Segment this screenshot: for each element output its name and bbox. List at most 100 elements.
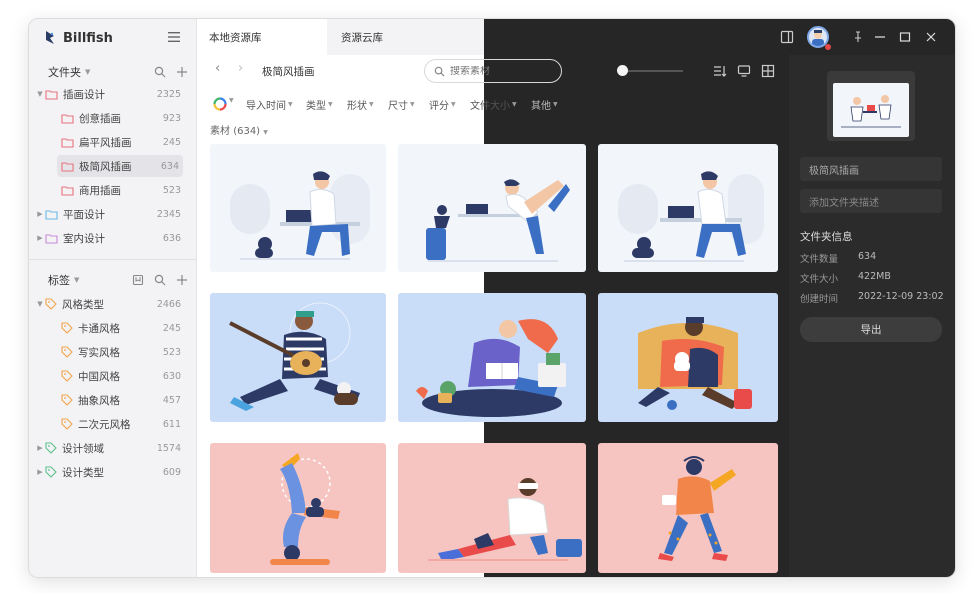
info-row-file-size: 文件大小 422MB xyxy=(800,271,891,285)
tag-item-abstract[interactable]: 抽象风格 457 xyxy=(29,389,197,411)
chevron-down-icon: ▼ xyxy=(451,101,456,108)
tab-local-library[interactable]: 本地资源库 xyxy=(197,19,327,55)
materials-count: 素材 (634) ▼ xyxy=(210,122,268,137)
sort-icon[interactable] xyxy=(713,64,727,78)
folder-item-interior[interactable]: ▶ 室内设计 636 xyxy=(29,227,197,249)
monitor-icon[interactable] xyxy=(737,64,751,78)
tag-label: 写实风格 xyxy=(78,346,120,359)
color-filter-icon[interactable] xyxy=(213,97,227,111)
asset-thumbnail[interactable] xyxy=(398,144,586,272)
filter-size[interactable]: 尺寸 ▼ xyxy=(388,97,415,112)
folder-item-graphic[interactable]: ▶ 平面设计 2345 xyxy=(29,203,197,225)
folder-label: 室内设计 xyxy=(63,232,105,245)
pin-icon[interactable] xyxy=(851,30,865,44)
tag-item-design-type[interactable]: ▶ 设计类型 609 xyxy=(29,461,197,483)
illustration-yoga-image xyxy=(398,144,586,272)
info-key: 文件数量 xyxy=(800,254,839,265)
filter-label: 类型 xyxy=(306,101,326,112)
tag-count: 609 xyxy=(162,466,181,478)
folder-item-creative[interactable]: 创意插画 923 xyxy=(29,107,197,129)
add-icon[interactable] xyxy=(176,66,188,78)
asset-thumbnail[interactable] xyxy=(210,443,386,573)
search-box[interactable] xyxy=(424,59,562,83)
chevron-down-icon: ▼ xyxy=(85,68,91,76)
bookmark-icon[interactable] xyxy=(132,274,144,286)
asset-thumbnail[interactable] xyxy=(598,293,778,422)
folder-item-minimal[interactable]: 极简风插画 634 xyxy=(57,155,183,177)
search-input[interactable] xyxy=(450,65,540,77)
tag-label: 设计类型 xyxy=(62,466,104,479)
tag-item-anime[interactable]: 二次元风格 611 xyxy=(29,413,197,435)
filter-import-time[interactable]: 导入时间 ▼ xyxy=(246,97,293,112)
folder-icon xyxy=(61,185,74,196)
tag-item-design-field[interactable]: ▶ 设计领域 1574 xyxy=(29,437,197,459)
chevron-down-icon[interactable]: ▼ xyxy=(229,97,234,104)
grid-layout-icon[interactable] xyxy=(761,64,775,78)
asset-thumbnail[interactable] xyxy=(598,144,778,272)
folder-preview xyxy=(827,71,915,141)
search-icon[interactable] xyxy=(154,274,166,286)
chevron-down-icon[interactable]: ▼ xyxy=(35,300,45,308)
filter-rating[interactable]: 评分 ▼ xyxy=(429,97,456,112)
maximize-icon[interactable] xyxy=(898,30,912,44)
filter-label: 导入时间 xyxy=(246,101,286,112)
asset-thumbnail[interactable] xyxy=(210,144,386,272)
illustration-guitar-player-image xyxy=(210,293,386,422)
chevron-right-icon[interactable]: ▶ xyxy=(35,444,45,452)
asset-thumbnail[interactable] xyxy=(598,443,778,573)
chevron-right-icon[interactable]: ▶ xyxy=(35,234,45,242)
materials-count-value: (634) xyxy=(233,126,261,137)
minimize-icon[interactable] xyxy=(873,30,887,44)
export-button[interactable]: 导出 xyxy=(800,317,942,342)
forward-arrow-icon[interactable]: › xyxy=(238,61,243,76)
folder-count: 245 xyxy=(162,136,181,148)
hamburger-menu-icon[interactable] xyxy=(167,30,181,44)
chevron-right-icon[interactable]: ▶ xyxy=(35,210,45,218)
folder-label: 创意插画 xyxy=(79,112,121,125)
folder-count: 523 xyxy=(162,184,181,196)
thumbnail-size-slider[interactable] xyxy=(619,70,683,72)
tag-label: 抽象风格 xyxy=(78,394,120,407)
add-icon[interactable] xyxy=(176,274,188,286)
chevron-right-icon[interactable]: ▶ xyxy=(35,468,45,476)
chevron-down-icon[interactable]: ▼ xyxy=(35,90,45,98)
folder-open-icon xyxy=(45,89,58,100)
folder-item-flat[interactable]: 扁平风插画 245 xyxy=(29,131,197,153)
illustration-remote-work-cat-image xyxy=(598,144,778,272)
filter-type[interactable]: 类型 ▼ xyxy=(306,97,333,112)
slider-handle[interactable] xyxy=(617,65,628,76)
folder-item-commercial[interactable]: 商用插画 523 xyxy=(29,179,197,201)
app-name: Billfish xyxy=(63,30,113,46)
folder-count: 923 xyxy=(162,112,181,124)
close-icon[interactable] xyxy=(924,30,938,44)
folders-section-header[interactable]: 文件夹 ▼ xyxy=(48,64,90,80)
tag-label: 中国风格 xyxy=(78,370,120,383)
search-icon[interactable] xyxy=(154,66,166,78)
tag-item-cartoon[interactable]: 卡通风格 245 xyxy=(29,317,197,339)
tab-label: 资源云库 xyxy=(341,31,383,44)
tag-label: 二次元风格 xyxy=(78,418,131,431)
filter-file-size[interactable]: 文件大小 ▼ xyxy=(470,97,517,112)
tags-section-header[interactable]: 标签 ▼ xyxy=(48,272,79,288)
folder-icon xyxy=(45,209,58,220)
folder-item-illustration[interactable]: ▼ 插画设计 2325 xyxy=(29,83,197,105)
info-row-file-count: 文件数量 634 xyxy=(800,251,876,265)
asset-thumbnail[interactable] xyxy=(210,293,386,422)
folder-description-field[interactable]: 添加文件夹描述 xyxy=(800,189,942,213)
folder-count: 636 xyxy=(162,232,181,244)
filter-other[interactable]: 其他 ▼ xyxy=(531,97,558,112)
tag-item-style-type[interactable]: ▼ 风格类型 2466 xyxy=(29,293,197,315)
asset-thumbnail[interactable] xyxy=(398,443,586,573)
folder-name-field[interactable]: 极简风插画 xyxy=(800,157,942,181)
back-arrow-icon[interactable]: ‹ xyxy=(215,61,220,76)
folder-count: 2325 xyxy=(156,88,181,100)
filter-shape[interactable]: 形状 ▼ xyxy=(347,97,374,112)
chevron-down-icon: ▼ xyxy=(369,101,374,108)
folder-info-title: 文件夹信息 xyxy=(800,231,853,243)
billfish-logo-icon xyxy=(46,31,54,44)
asset-thumbnail[interactable] xyxy=(398,293,586,422)
tab-cloud-library[interactable]: 资源云库 xyxy=(329,19,459,55)
tag-item-chinese[interactable]: 中国风格 630 xyxy=(29,365,197,387)
tag-item-realistic[interactable]: 写实风格 523 xyxy=(29,341,197,363)
panel-toggle-icon[interactable] xyxy=(780,30,794,44)
